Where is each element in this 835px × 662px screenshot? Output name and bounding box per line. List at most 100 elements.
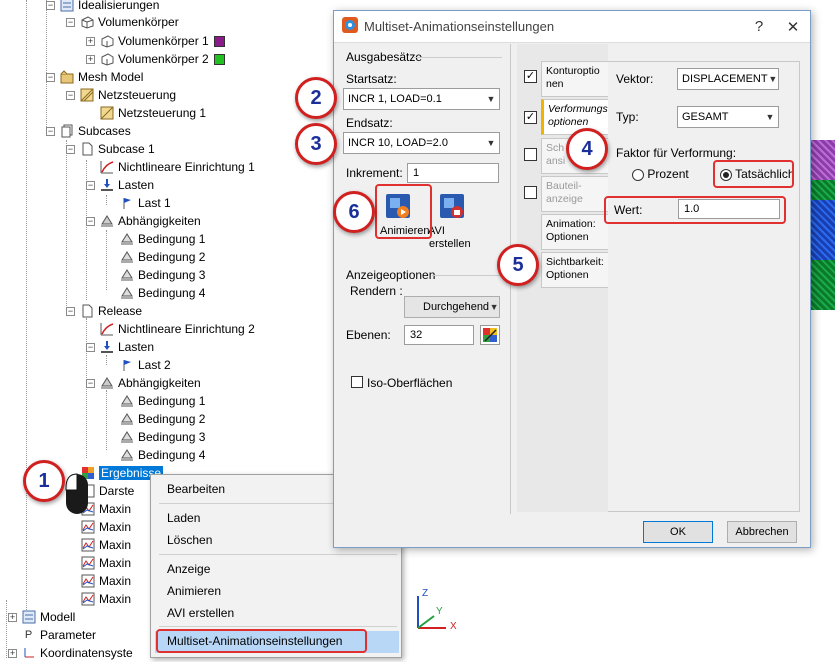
triad-z-label: Z bbox=[422, 588, 429, 599]
avi-label: AVI erstellen bbox=[428, 225, 471, 251]
mesh-control-icon bbox=[99, 106, 114, 121]
tree-label: Abhängigkeiten bbox=[118, 214, 201, 228]
tree-item-bedingung-2[interactable]: Bedingung 2 bbox=[119, 248, 205, 266]
group-line bbox=[414, 57, 502, 58]
konturoptionen-checkbox[interactable]: ✓ bbox=[524, 70, 537, 83]
tree-label: Volumenkörper 2 bbox=[118, 52, 209, 66]
collapse-toggle[interactable]: − bbox=[86, 216, 95, 226]
iso-oberflaechen-checkbox[interactable] bbox=[351, 376, 363, 388]
expand-toggle[interactable]: + bbox=[8, 612, 17, 622]
startsatz-select[interactable]: INCR 1, LOAD=0.1 ▼ bbox=[343, 88, 500, 110]
load-icon bbox=[119, 358, 134, 373]
solid-body-icon bbox=[99, 34, 114, 49]
tree-item-netzsteuerung[interactable]: − Netzsteuerung bbox=[66, 86, 176, 104]
color-palette-button[interactable] bbox=[480, 325, 500, 345]
menu-item-avi-erstellen[interactable]: AVI erstellen bbox=[167, 606, 234, 620]
vektor-select[interactable]: DISPLACEMENT ▼ bbox=[677, 68, 779, 90]
tree-item-bedingung-3[interactable]: Bedingung 3 bbox=[119, 266, 205, 284]
tree-item-bedingung-1[interactable]: Bedingung 1 bbox=[119, 230, 205, 248]
help-button[interactable]: ? bbox=[742, 18, 776, 35]
tab-bauteilanzeige[interactable]: Bauteil- anzeige bbox=[541, 176, 609, 212]
bauteilanzeige-checkbox[interactable] bbox=[524, 186, 537, 199]
tree-item-abhaengigkeiten-1[interactable]: − Abhängigkeiten bbox=[86, 212, 201, 230]
tree-item-bedingung-4[interactable]: Bedingung 4 bbox=[119, 284, 205, 302]
inkrement-input[interactable]: 1 bbox=[407, 163, 499, 183]
collapse-toggle[interactable]: − bbox=[86, 342, 95, 352]
tree-item-release[interactable]: − Release bbox=[66, 302, 142, 320]
tree-item-bedingung-1b[interactable]: Bedingung 1 bbox=[119, 392, 205, 410]
tree-item-maximum-3[interactable]: Maxin bbox=[80, 536, 131, 554]
tree-item-koordinatensysteme[interactable]: + Koordinatensyste bbox=[8, 644, 133, 662]
menu-item-bearbeiten[interactable]: Bearbeiten bbox=[167, 482, 225, 496]
collapse-toggle[interactable]: − bbox=[86, 378, 95, 388]
tree-item-subcase-1[interactable]: − Subcase 1 bbox=[66, 140, 155, 158]
tree-item-bedingung-3b[interactable]: Bedingung 3 bbox=[119, 428, 205, 446]
tree-item-parameter[interactable]: P Parameter bbox=[21, 626, 96, 644]
menu-item-laden[interactable]: Laden bbox=[167, 511, 200, 525]
tree-item-nichtlineare-einrichtung-1[interactable]: Nichtlineare Einrichtung 1 bbox=[99, 158, 255, 176]
tree-item-modell[interactable]: + Modell bbox=[8, 608, 75, 626]
tree-item-bedingung-4b[interactable]: Bedingung 4 bbox=[119, 446, 205, 464]
tree-item-bedingung-2b[interactable]: Bedingung 2 bbox=[119, 410, 205, 428]
tree-item-mesh-model[interactable]: − Mesh Model bbox=[46, 68, 143, 86]
tree-label: Last 2 bbox=[138, 358, 171, 372]
menu-item-anzeige[interactable]: Anzeige bbox=[167, 562, 210, 576]
expand-toggle[interactable]: + bbox=[86, 54, 95, 64]
abbrechen-button[interactable]: Abbrechen bbox=[727, 521, 797, 543]
constraint-icon bbox=[119, 394, 134, 409]
tree-item-maximum-6[interactable]: Maxin bbox=[80, 590, 131, 608]
tree-item-volumenkoerper-1[interactable]: + Volumenkörper 1 bbox=[86, 32, 225, 50]
schnittansicht-checkbox[interactable] bbox=[524, 148, 537, 161]
tab-sichtbarkeit-optionen[interactable]: Sichtbarkeit: Optionen bbox=[541, 252, 609, 288]
tab-verformungsoptionen[interactable]: Verformungs optionen bbox=[541, 99, 609, 135]
tree-item-nichtlineare-einrichtung-2[interactable]: Nichtlineare Einrichtung 2 bbox=[99, 320, 255, 338]
expand-toggle[interactable]: + bbox=[8, 648, 17, 658]
verformungsoptionen-checkbox[interactable]: ✓ bbox=[524, 111, 537, 124]
collapse-toggle[interactable]: − bbox=[66, 306, 75, 316]
collapse-toggle[interactable]: − bbox=[46, 126, 55, 136]
tree-item-subcases[interactable]: − Subcases bbox=[46, 122, 131, 140]
collapse-toggle[interactable]: − bbox=[46, 0, 55, 10]
collapse-toggle[interactable]: − bbox=[66, 17, 75, 27]
menu-item-animieren[interactable]: Animieren bbox=[167, 584, 221, 598]
typ-select[interactable]: GESAMT ▼ bbox=[677, 106, 779, 128]
ebenen-input[interactable]: 32 bbox=[404, 325, 474, 345]
rendern-label: Rendern : bbox=[350, 284, 403, 298]
tree-item-lasten-2[interactable]: − Lasten bbox=[86, 338, 154, 356]
tab-konturoptionen[interactable]: Konturoptio nen bbox=[541, 61, 609, 97]
tree-item-volumenkoerper-2[interactable]: + Volumenkörper 2 bbox=[86, 50, 225, 68]
expand-toggle[interactable]: + bbox=[86, 36, 95, 46]
collapse-toggle[interactable]: − bbox=[66, 144, 75, 154]
tree-item-idealisierungen[interactable]: − Idealisierungen bbox=[46, 0, 159, 14]
endsatz-select[interactable]: INCR 10, LOAD=2.0 ▼ bbox=[343, 132, 500, 154]
tree-item-last-2[interactable]: Last 2 bbox=[119, 356, 171, 374]
tree-item-maximum-4[interactable]: Maxin bbox=[80, 554, 131, 572]
menu-item-loeschen[interactable]: Löschen bbox=[167, 533, 212, 547]
collapse-toggle[interactable]: − bbox=[46, 72, 55, 82]
prozent-radio[interactable] bbox=[632, 168, 644, 181]
tree-item-lasten-1[interactable]: − Lasten bbox=[86, 176, 154, 194]
tree-label: Maxin bbox=[99, 502, 132, 516]
tree-label: Maxin bbox=[99, 592, 132, 606]
solid-body-icon bbox=[79, 15, 94, 30]
tree-label: Nichtlineare Einrichtung 1 bbox=[118, 160, 255, 174]
tree-item-last-1[interactable]: Last 1 bbox=[119, 194, 171, 212]
chevron-down-icon: ▼ bbox=[489, 302, 499, 312]
prozent-radio-option[interactable]: Prozent bbox=[632, 167, 689, 181]
avi-erstellen-button[interactable] bbox=[438, 192, 466, 220]
callout-3: 3 bbox=[295, 123, 337, 165]
collapse-toggle[interactable]: − bbox=[86, 180, 95, 190]
tree-item-volumenkoerper[interactable]: − Volumenkörper bbox=[66, 13, 179, 31]
close-button[interactable]: ✕ bbox=[776, 18, 810, 36]
tree-label: Netzsteuerung bbox=[98, 88, 177, 102]
tab-animation-optionen[interactable]: Animation: Optionen bbox=[541, 214, 609, 250]
rendern-select[interactable]: Durchgehend ▼ bbox=[404, 296, 500, 318]
collapse-toggle[interactable]: − bbox=[66, 90, 75, 100]
tree-label: Bedingung 4 bbox=[138, 448, 206, 462]
tree-item-netzsteuerung-1[interactable]: Netzsteuerung 1 bbox=[99, 104, 206, 122]
ok-button[interactable]: OK bbox=[643, 521, 713, 543]
tree-item-maximum-5[interactable]: Maxin bbox=[80, 572, 131, 590]
highlight-frame-wert bbox=[604, 196, 786, 224]
tab-label-line1: Verformungs bbox=[548, 103, 608, 115]
tree-item-abhaengigkeiten-2[interactable]: − Abhängigkeiten bbox=[86, 374, 201, 392]
